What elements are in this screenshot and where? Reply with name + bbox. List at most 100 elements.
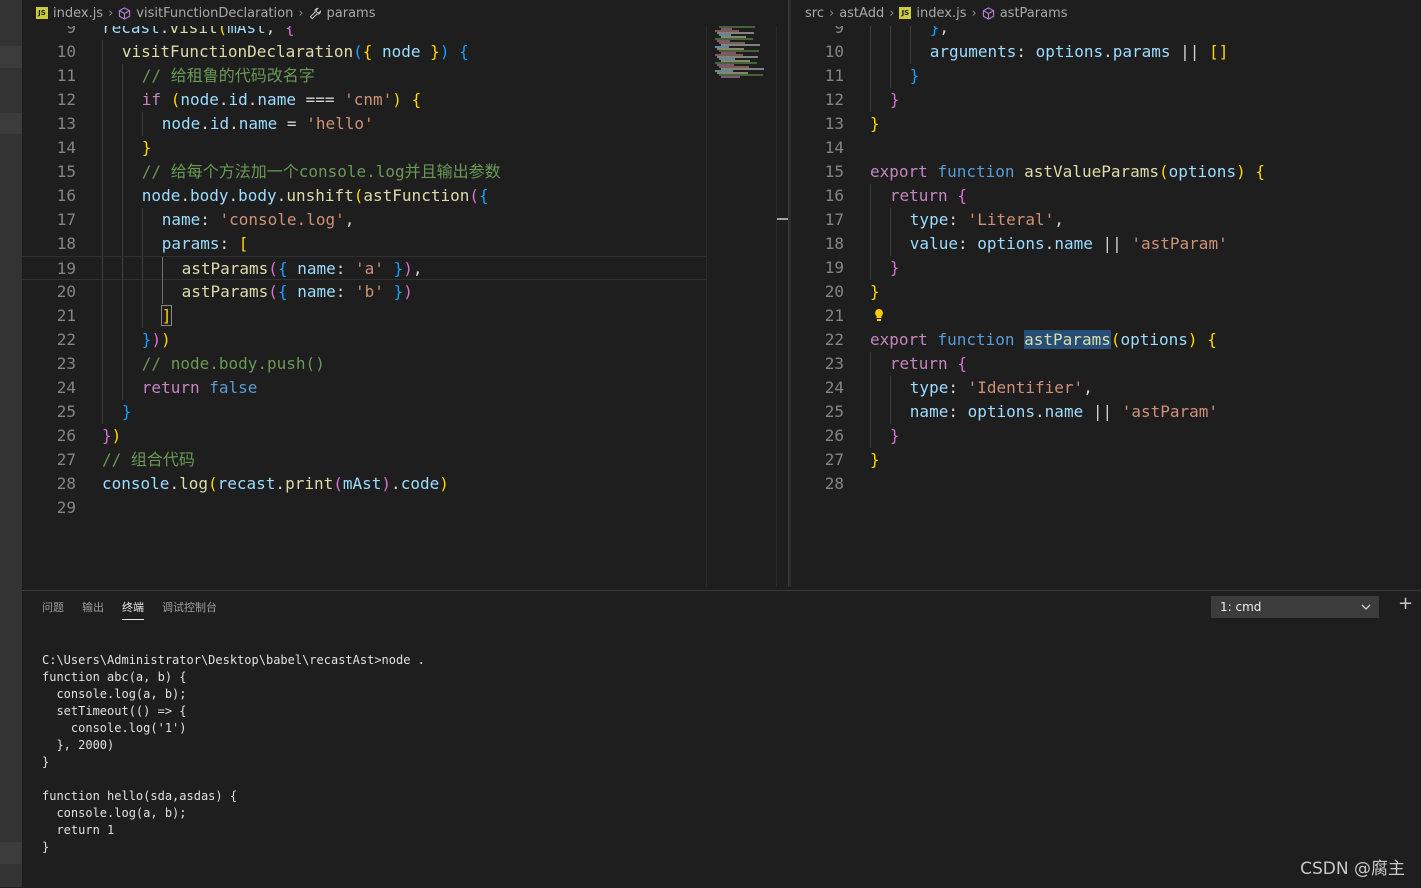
code-line[interactable]: 28	[791, 472, 1421, 496]
code-token: }	[393, 259, 404, 278]
code-line[interactable]: 22 export function astParams(options) {	[791, 328, 1421, 352]
wrench-icon	[309, 7, 322, 20]
breadcrumb-item[interactable]: visitFunctionDeclaration	[118, 6, 293, 21]
code-line[interactable]: 14	[791, 136, 1421, 160]
code-text: }))	[142, 328, 171, 352]
code-line[interactable]: 14}	[22, 136, 788, 160]
code-token: function	[937, 162, 1015, 181]
code-line[interactable]: 17 name: 'console.log',	[22, 208, 788, 232]
breadcrumb-item[interactable]: src	[805, 6, 824, 21]
indent-guide	[870, 184, 871, 208]
indent-guide	[102, 184, 103, 208]
breadcrumb-item[interactable]: params	[309, 6, 376, 21]
code-line[interactable]: 21]	[22, 304, 788, 328]
code-line[interactable]: 23 // node.body.push()	[22, 352, 788, 376]
code-line[interactable]: 29	[22, 496, 788, 520]
activity-item[interactable]	[0, 46, 22, 68]
code-token: }	[393, 282, 404, 301]
line-number: 18	[824, 234, 844, 253]
code-token: .	[276, 186, 287, 205]
line-number: 13	[56, 114, 76, 133]
code-line[interactable]: 22}))	[22, 328, 788, 352]
code-editor[interactable]: 9}, 10 arguments: options.params || [] 11} 1…	[791, 26, 1421, 587]
code-line[interactable]: 21	[791, 304, 1421, 328]
code-text: },	[930, 26, 949, 40]
code-text: ]	[160, 304, 173, 328]
panel-tab[interactable]: 输出	[82, 599, 104, 620]
code-line[interactable]: 24 type: 'Identifier',	[791, 376, 1421, 400]
breadcrumb-label: index.js	[916, 5, 967, 21]
code-line[interactable]: 19 astParams({ name: 'a' }),	[22, 256, 788, 281]
code-line[interactable]: 26}	[791, 424, 1421, 448]
indent-guide	[141, 304, 143, 328]
line-number: 18	[56, 234, 76, 253]
code-line[interactable]: 17 type: 'Literal',	[791, 208, 1421, 232]
code-line[interactable]: 9},	[791, 26, 1421, 40]
code-line[interactable]: 24 return false	[22, 376, 788, 400]
minimap[interactable]	[706, 0, 777, 587]
code-line[interactable]: 26})	[22, 424, 788, 448]
code-token: }	[870, 282, 880, 301]
code-line[interactable]: 16 return {	[791, 184, 1421, 208]
code-line[interactable]: 15 // 给每个方法加一个console.log并且输出参数	[22, 160, 788, 184]
activity-item[interactable]	[0, 842, 22, 864]
panel-tab[interactable]: 问题	[42, 599, 64, 620]
terminal-output[interactable]: C:\Users\Administrator\Desktop\babel\rec…	[42, 652, 425, 856]
code-line[interactable]: 16 node.body.body.unshift(astFunction({	[22, 184, 788, 208]
indent-guide	[102, 400, 103, 424]
code-editor[interactable]: 9 recast.visit(mAst, {10 visitFunctionDecl…	[22, 26, 788, 587]
line-number: 17	[56, 210, 76, 229]
indent-guide	[870, 64, 871, 88]
code-line[interactable]: 23 return {	[791, 352, 1421, 376]
new-terminal-plus-icon[interactable]: +	[1398, 595, 1413, 613]
breadcrumb-item[interactable]: JS index.js	[899, 5, 967, 21]
breadcrumb-item[interactable]: JS index.js	[36, 6, 103, 21]
code-line[interactable]: 28 console.log(recast.print(mAst).code)	[22, 472, 788, 496]
chevron-right-icon: ›	[971, 5, 977, 21]
lightbulb-icon[interactable]	[874, 308, 884, 325]
panel-tab[interactable]: 调试控制台	[162, 599, 217, 620]
activity-item[interactable]	[0, 113, 22, 134]
code-line[interactable]: 9 recast.visit(mAst, {	[22, 26, 788, 40]
code-line[interactable]: 13 node.id.name = 'hello'	[22, 112, 788, 136]
indent-guide	[889, 26, 891, 40]
code-line[interactable]: 18 value: options.name || 'astParam'	[791, 232, 1421, 256]
left-editor-pane[interactable]: JS index.js › visitFunctionDeclaration › para…	[22, 0, 788, 587]
code-line[interactable]: 20 astParams({ name: 'b' })	[22, 280, 788, 304]
code-line[interactable]: 27 // 组合代码	[22, 448, 788, 472]
code-token: mAst	[342, 474, 382, 493]
code-line[interactable]: 25 name: options.name || 'astParam'	[791, 400, 1421, 424]
indent-guide	[121, 64, 123, 88]
breadcrumb-label: src	[805, 5, 824, 21]
code-line[interactable]: 11}	[791, 64, 1421, 88]
code-line[interactable]: 27}	[791, 448, 1421, 472]
code-line[interactable]: 25}	[22, 400, 788, 424]
panel-tab[interactable]: 终端	[122, 599, 144, 620]
code-token: id	[228, 90, 248, 109]
code-text: type: 'Literal',	[910, 208, 1064, 232]
code-line[interactable]: 12}	[791, 88, 1421, 112]
code-line[interactable]: 20}	[791, 280, 1421, 304]
code-token: }	[929, 26, 940, 37]
code-line[interactable]: 19}	[791, 256, 1421, 280]
code-line[interactable]: 15 export function astValueParams(options…	[791, 160, 1421, 184]
code-token: )	[381, 474, 392, 493]
code-line[interactable]: 10 visitFunctionDeclaration({ node }) {	[22, 40, 788, 64]
breadcrumb-item[interactable]: astParams	[982, 6, 1068, 21]
code-line[interactable]: 12 if (node.id.name === 'cnm') {	[22, 88, 788, 112]
code-token: }	[141, 138, 152, 157]
code-line[interactable]: 11 // 给租鲁的代码改名字	[22, 64, 788, 88]
code-line[interactable]: 18 params: [	[22, 232, 788, 256]
code-token: // 给每个方法加一个console.log并且输出参数	[141, 162, 501, 181]
code-line[interactable]: 10 arguments: options.params || []	[791, 40, 1421, 64]
code-line[interactable]: 13}	[791, 112, 1421, 136]
code-token: 'hello'	[306, 114, 374, 133]
indent-guide	[870, 26, 871, 40]
terminal-select[interactable]: 1: cmd	[1211, 596, 1379, 618]
indent-guide	[121, 88, 123, 112]
right-editor-pane[interactable]: src › astAdd › JS index.js › astParams 9}, 10 arg…	[791, 0, 1421, 587]
vertical-scrollbar[interactable]	[776, 0, 788, 587]
breadcrumb-item[interactable]: astAdd	[839, 6, 884, 21]
